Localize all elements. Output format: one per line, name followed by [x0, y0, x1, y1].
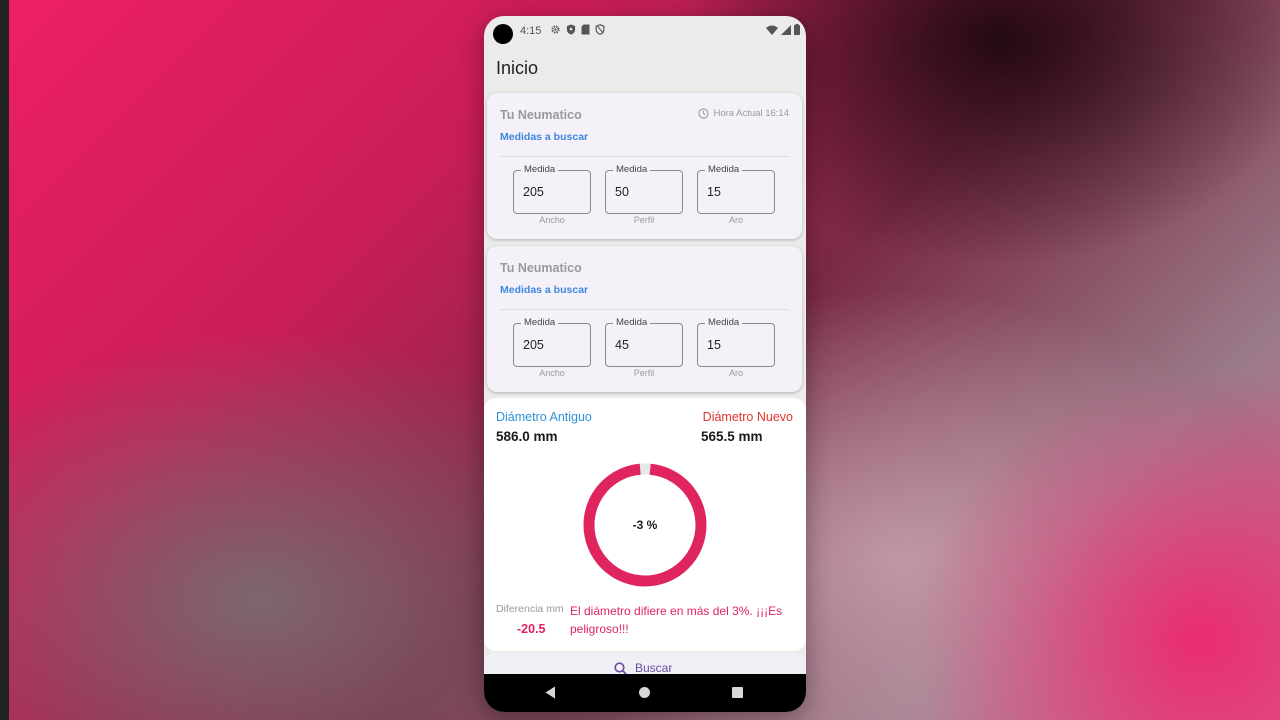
- window-edge: [0, 0, 9, 720]
- search-button-label: Buscar: [635, 661, 673, 675]
- divider: [500, 309, 789, 310]
- field-helper: Aro: [728, 368, 743, 378]
- rim-field[interactable]: Medida 15: [697, 317, 775, 367]
- field-value: 205: [523, 338, 544, 352]
- status-time: 4:15: [520, 25, 542, 37]
- search-icon: [614, 661, 627, 675]
- field-helper: Ancho: [539, 215, 565, 225]
- status-bar: 4:15: [484, 16, 806, 50]
- front-camera: [493, 24, 513, 44]
- search-button[interactable]: Buscar: [614, 661, 672, 675]
- wifi-icon: [766, 25, 778, 35]
- gear-icon: [551, 25, 560, 34]
- shield-icon: [566, 24, 576, 35]
- field-label: Medida: [521, 164, 559, 176]
- tire-card-new: Tu Neumatico Medidas a buscar Medida 205…: [487, 246, 802, 392]
- home-icon[interactable]: [639, 687, 650, 698]
- field-helper: Aro: [728, 215, 743, 225]
- field-label: Medida: [705, 164, 743, 176]
- recent-apps-icon[interactable]: [732, 687, 743, 698]
- field-label: Medida: [613, 317, 651, 329]
- vpn-icon: [595, 24, 605, 35]
- system-nav-bar: [484, 674, 806, 712]
- card-title: Tu Neumatico: [500, 108, 582, 122]
- new-diameter-value: 565.5 mm: [701, 429, 763, 444]
- warning-message: El diámetro difiere en más del 3%. ¡¡¡Es…: [570, 604, 783, 636]
- new-diameter-label: Diámetro Nuevo: [702, 410, 793, 424]
- page-title: Inicio: [496, 58, 539, 78]
- card-title: Tu Neumatico: [500, 261, 582, 275]
- signal-icon: [781, 24, 791, 35]
- profile-field[interactable]: Medida 45: [605, 317, 683, 367]
- percent-gauge: -3 %: [583, 463, 707, 587]
- divider: [500, 156, 789, 157]
- difference-value: -20.5: [517, 622, 546, 636]
- gauge-percent-label: -3 %: [633, 518, 658, 532]
- old-diameter-label: Diámetro Antiguo: [496, 410, 592, 424]
- field-helper: Perfil: [633, 368, 655, 378]
- field-helper: Ancho: [539, 368, 565, 378]
- field-label: Medida: [613, 164, 651, 176]
- card-subtitle: Medidas a buscar: [500, 284, 589, 296]
- field-value: 45: [615, 338, 629, 352]
- width-field[interactable]: Medida 205: [513, 317, 591, 367]
- phone-screen: 4:15 Inicio Tu Neumatico Hora Actual 16:…: [484, 16, 806, 712]
- current-time: Hora Actual 16:14: [698, 108, 789, 119]
- sd-card-icon: [581, 24, 590, 35]
- rim-field[interactable]: Medida 15: [697, 164, 775, 214]
- field-value: 50: [615, 185, 629, 199]
- bottom-action-bar: Buscar: [484, 653, 806, 675]
- difference-label: Diferencia mm: [496, 603, 564, 615]
- field-value: 15: [707, 338, 721, 352]
- width-field[interactable]: Medida 205: [513, 164, 591, 214]
- field-value: 205: [523, 185, 544, 199]
- current-time-label: Hora Actual 16:14: [713, 108, 789, 119]
- battery-icon: [794, 24, 800, 35]
- field-value: 15: [707, 185, 721, 199]
- field-label: Medida: [521, 317, 559, 329]
- status-right-icons: [766, 24, 800, 35]
- card-subtitle: Medidas a buscar: [500, 131, 589, 143]
- field-helper: Perfil: [633, 215, 655, 225]
- old-diameter-value: 586.0 mm: [496, 429, 558, 444]
- status-icons: [550, 24, 605, 35]
- clock-icon: [698, 108, 710, 119]
- comparison-card: Diámetro Antiguo 586.0 mm Diámetro Nuevo…: [484, 398, 806, 651]
- field-label: Medida: [705, 317, 743, 329]
- profile-field[interactable]: Medida 50: [605, 164, 683, 214]
- back-icon[interactable]: [545, 686, 556, 699]
- tire-card-current: Tu Neumatico Hora Actual 16:14 Medidas a…: [487, 93, 802, 239]
